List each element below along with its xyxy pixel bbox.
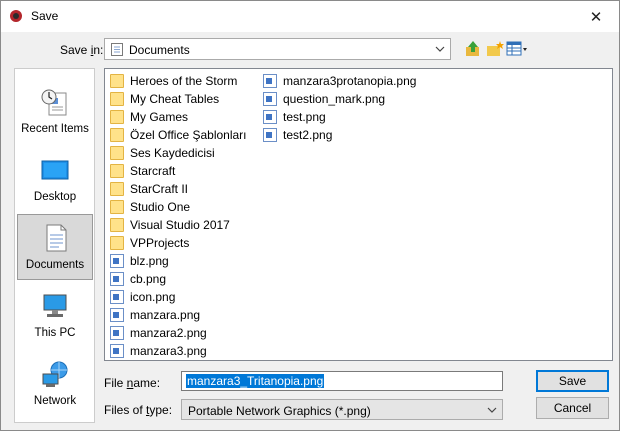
place-label: Desktop (33, 191, 77, 203)
place-documents[interactable]: Documents (17, 214, 93, 280)
folder-icon (110, 110, 124, 124)
image-file-icon (263, 128, 277, 142)
places-bar: Recent Items Desktop Documents This PC N… (14, 68, 95, 423)
save-in-value: Documents (129, 43, 190, 57)
documents-folder-icon (111, 43, 123, 56)
image-file-icon (110, 254, 124, 268)
image-file-icon (110, 272, 124, 286)
folder-icon (110, 128, 124, 142)
title-bar[interactable]: Save ✕ (1, 1, 619, 32)
view-menu-icon[interactable] (506, 39, 528, 59)
file-type-dropdown[interactable]: Portable Network Graphics (*.png) (181, 399, 503, 420)
folder-icon (110, 74, 124, 88)
save-button[interactable]: Save (536, 370, 609, 392)
image-file-icon (263, 92, 277, 106)
place-label: This PC (34, 327, 76, 339)
chevron-down-icon (435, 46, 445, 52)
place-this-pc[interactable]: This PC (17, 283, 93, 349)
folder-icon (110, 92, 124, 106)
new-folder-icon[interactable] (485, 39, 505, 59)
close-button[interactable]: ✕ (573, 1, 619, 32)
folder-icon (110, 218, 124, 232)
save-dialog: Save ✕ Save in: Documents Recent Items D… (0, 0, 620, 431)
desktop-icon (41, 160, 69, 180)
window-title: Save (31, 9, 59, 23)
place-desktop[interactable]: Desktop (17, 147, 93, 213)
app-icon (10, 10, 22, 22)
place-network[interactable]: Network (17, 351, 93, 417)
save-in-dropdown[interactable]: Documents (104, 38, 451, 60)
image-file-icon (110, 344, 124, 358)
recent-items-icon (41, 89, 67, 116)
network-icon (42, 361, 68, 387)
this-pc-icon (43, 294, 67, 317)
image-file-icon (263, 74, 277, 88)
folder-icon (110, 236, 124, 250)
place-label: Documents (25, 259, 85, 271)
image-file-icon (110, 290, 124, 304)
place-label: Recent Items (21, 123, 89, 135)
image-file-icon (110, 326, 124, 340)
cancel-button[interactable]: Cancel (536, 397, 609, 419)
file-name-value: manzara3_Tritanopia.png (186, 374, 325, 388)
image-file-icon (263, 110, 277, 124)
image-file-icon (110, 308, 124, 322)
folder-icon (110, 182, 124, 196)
file-name-input[interactable]: manzara3_Tritanopia.png (181, 371, 503, 391)
up-folder-icon[interactable] (463, 39, 483, 59)
folder-icon (110, 164, 124, 178)
folder-icon (110, 146, 124, 160)
place-recent-items[interactable]: Recent Items (17, 79, 93, 145)
documents-icon (46, 224, 67, 252)
file-type-value: Portable Network Graphics (*.png) (188, 404, 371, 418)
chevron-down-icon (487, 407, 497, 413)
file-list[interactable]: Heroes of the Storm My Cheat Tables My G… (104, 68, 613, 361)
file-type-label: Files of type: (104, 403, 173, 417)
place-label: Network (33, 395, 77, 407)
save-in-label: Save in: (60, 43, 104, 57)
folder-icon (110, 200, 124, 214)
file-name-label: File name: (104, 376, 161, 390)
